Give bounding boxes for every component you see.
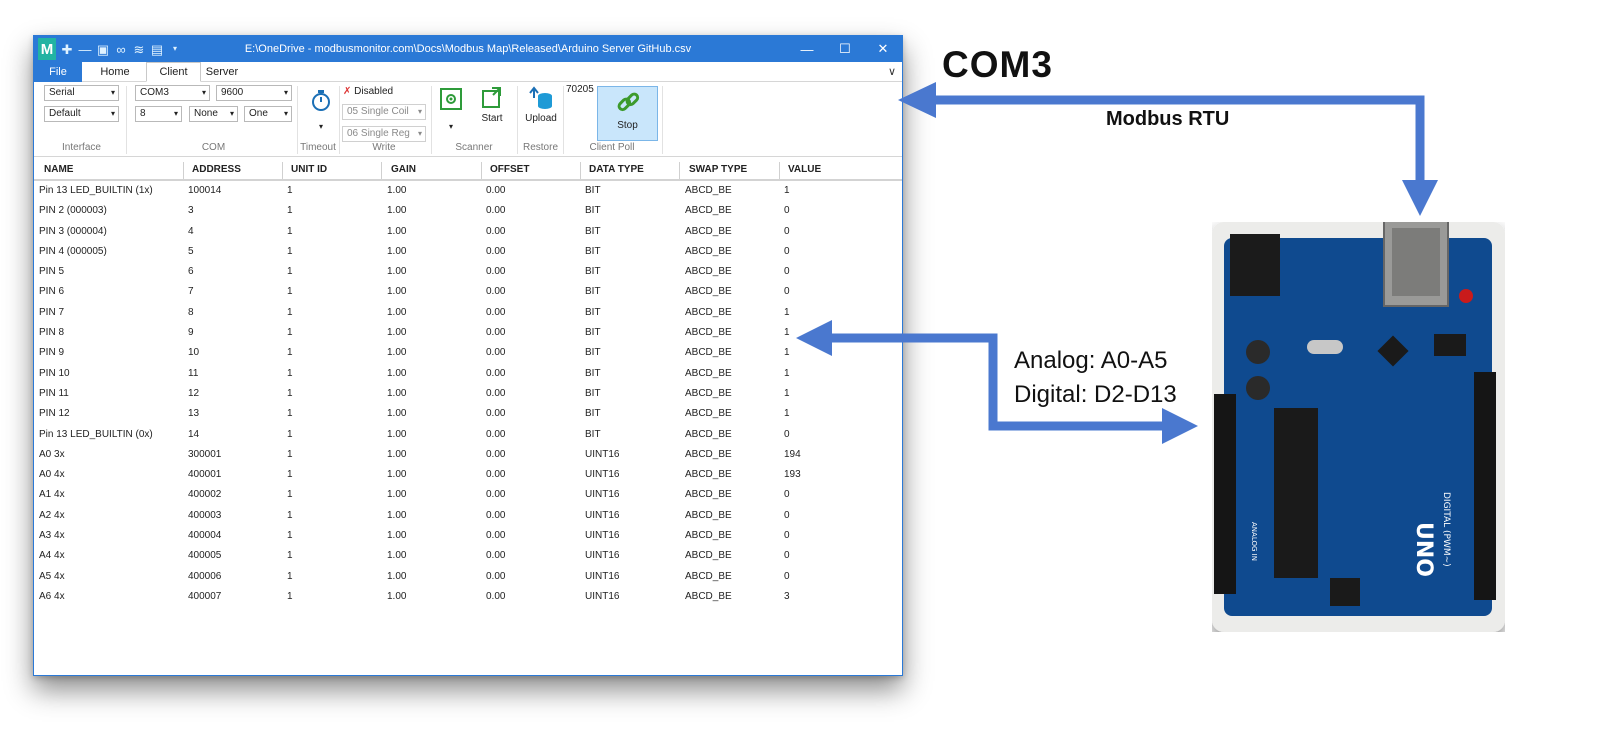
arduino-board-image: UNO DIGITAL (PWM~) ANALOG IN [1212,217,1505,632]
pins-annotation: Analog: A0-A5 Digital: D2-D13 [1014,344,1177,412]
modbus-rtu-arrow [898,82,1438,216]
board-uno-label: UNO [1411,522,1436,577]
com-port-annotation: COM3 [942,44,1053,85]
board-analog-label: ANALOG IN [1250,522,1258,561]
digital-pins-label: Digital: D2-D13 [1014,381,1177,408]
protocol-annotation: Modbus RTU [1106,108,1230,130]
analog-pins-label: Analog: A0-A5 [1014,347,1168,374]
board-digital-label: DIGITAL (PWM~) [1441,492,1451,567]
